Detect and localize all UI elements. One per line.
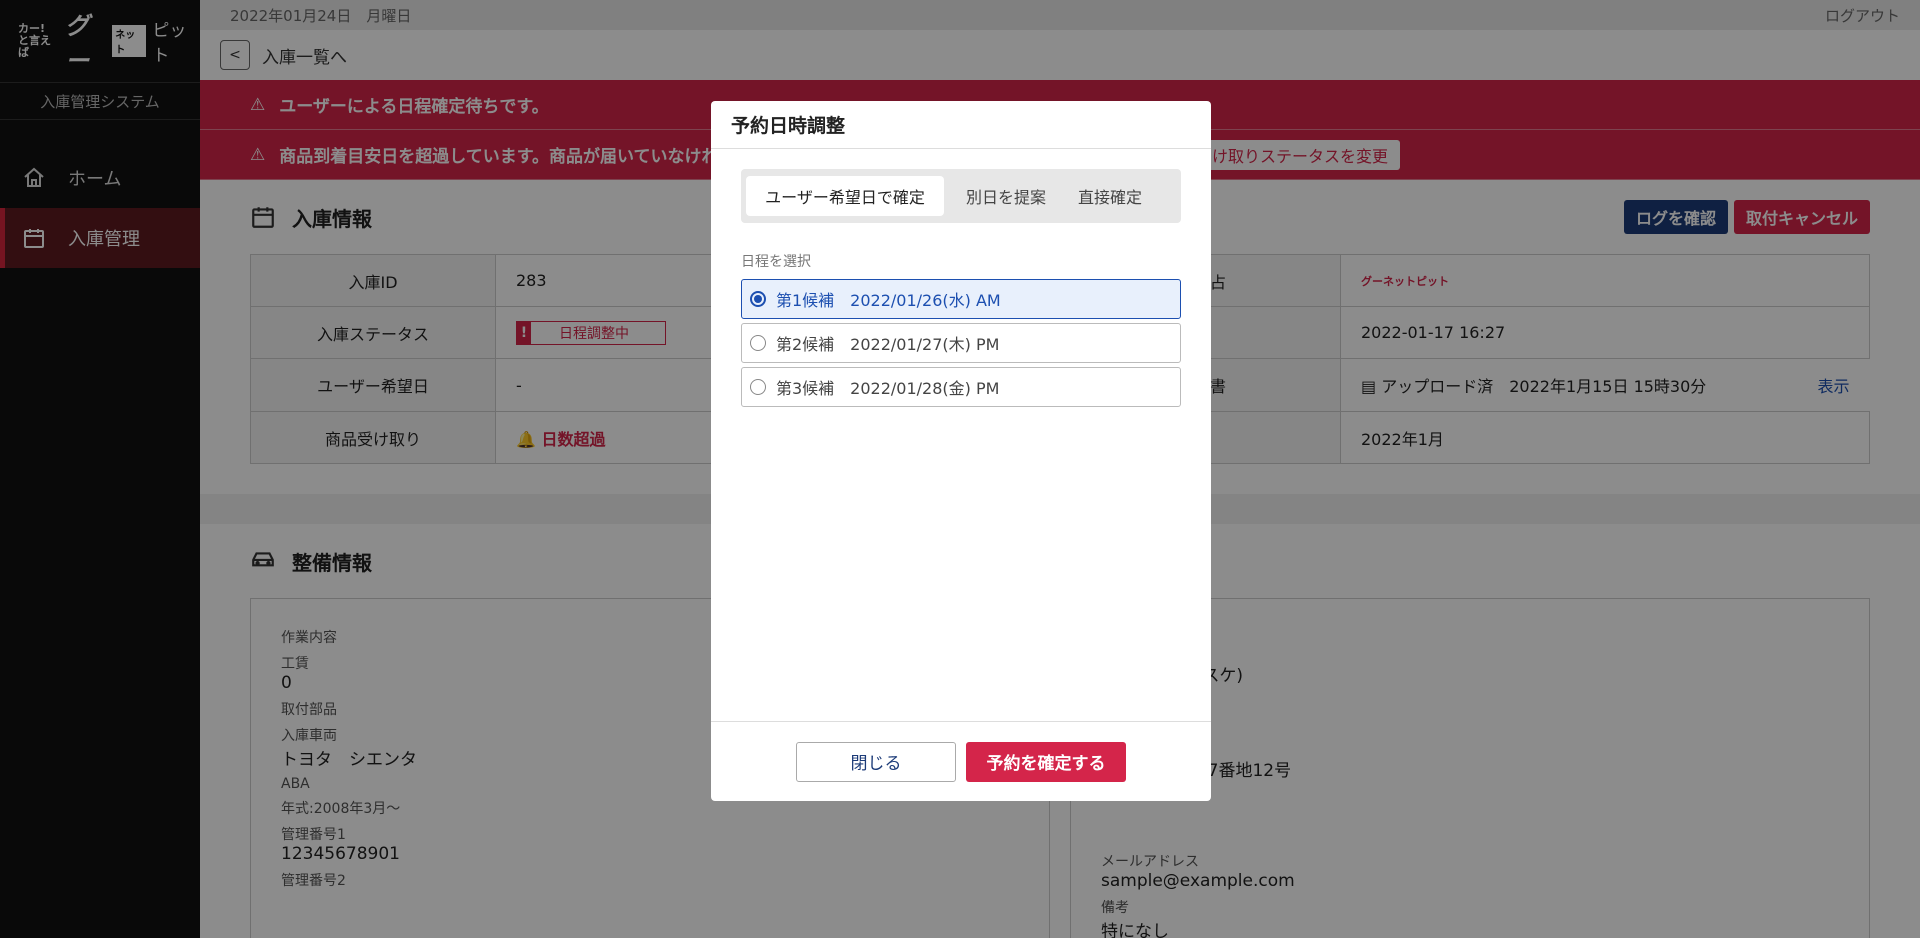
mode-tabs: ユーザー希望日で確定 別日を提案 直接確定 [741, 169, 1181, 223]
confirm-reservation-button[interactable]: 予約を確定する [966, 741, 1126, 782]
radio-button[interactable] [750, 379, 766, 395]
schedule-option-2[interactable]: 第2候補 2022/01/27(木) PM [741, 323, 1181, 363]
schedule-option-3[interactable]: 第3候補 2022/01/28(金) PM [741, 367, 1181, 407]
modal-title: 予約日時調整 [711, 101, 1211, 149]
reservation-modal: 予約日時調整 ユーザー希望日で確定 別日を提案 直接確定 日程を選択 第1候補 … [711, 101, 1211, 801]
tab-user-preferred[interactable]: ユーザー希望日で確定 [746, 176, 944, 216]
select-label: 日程を選択 [741, 254, 811, 270]
close-button[interactable]: 閉じる [796, 741, 956, 782]
tab-direct-confirm[interactable]: 直接確定 [1062, 176, 1158, 216]
tab-propose-other[interactable]: 別日を提案 [950, 176, 1062, 216]
radio-button[interactable] [750, 291, 766, 307]
radio-button[interactable] [750, 335, 766, 351]
schedule-option-1[interactable]: 第1候補 2022/01/26(水) AM [741, 279, 1181, 319]
